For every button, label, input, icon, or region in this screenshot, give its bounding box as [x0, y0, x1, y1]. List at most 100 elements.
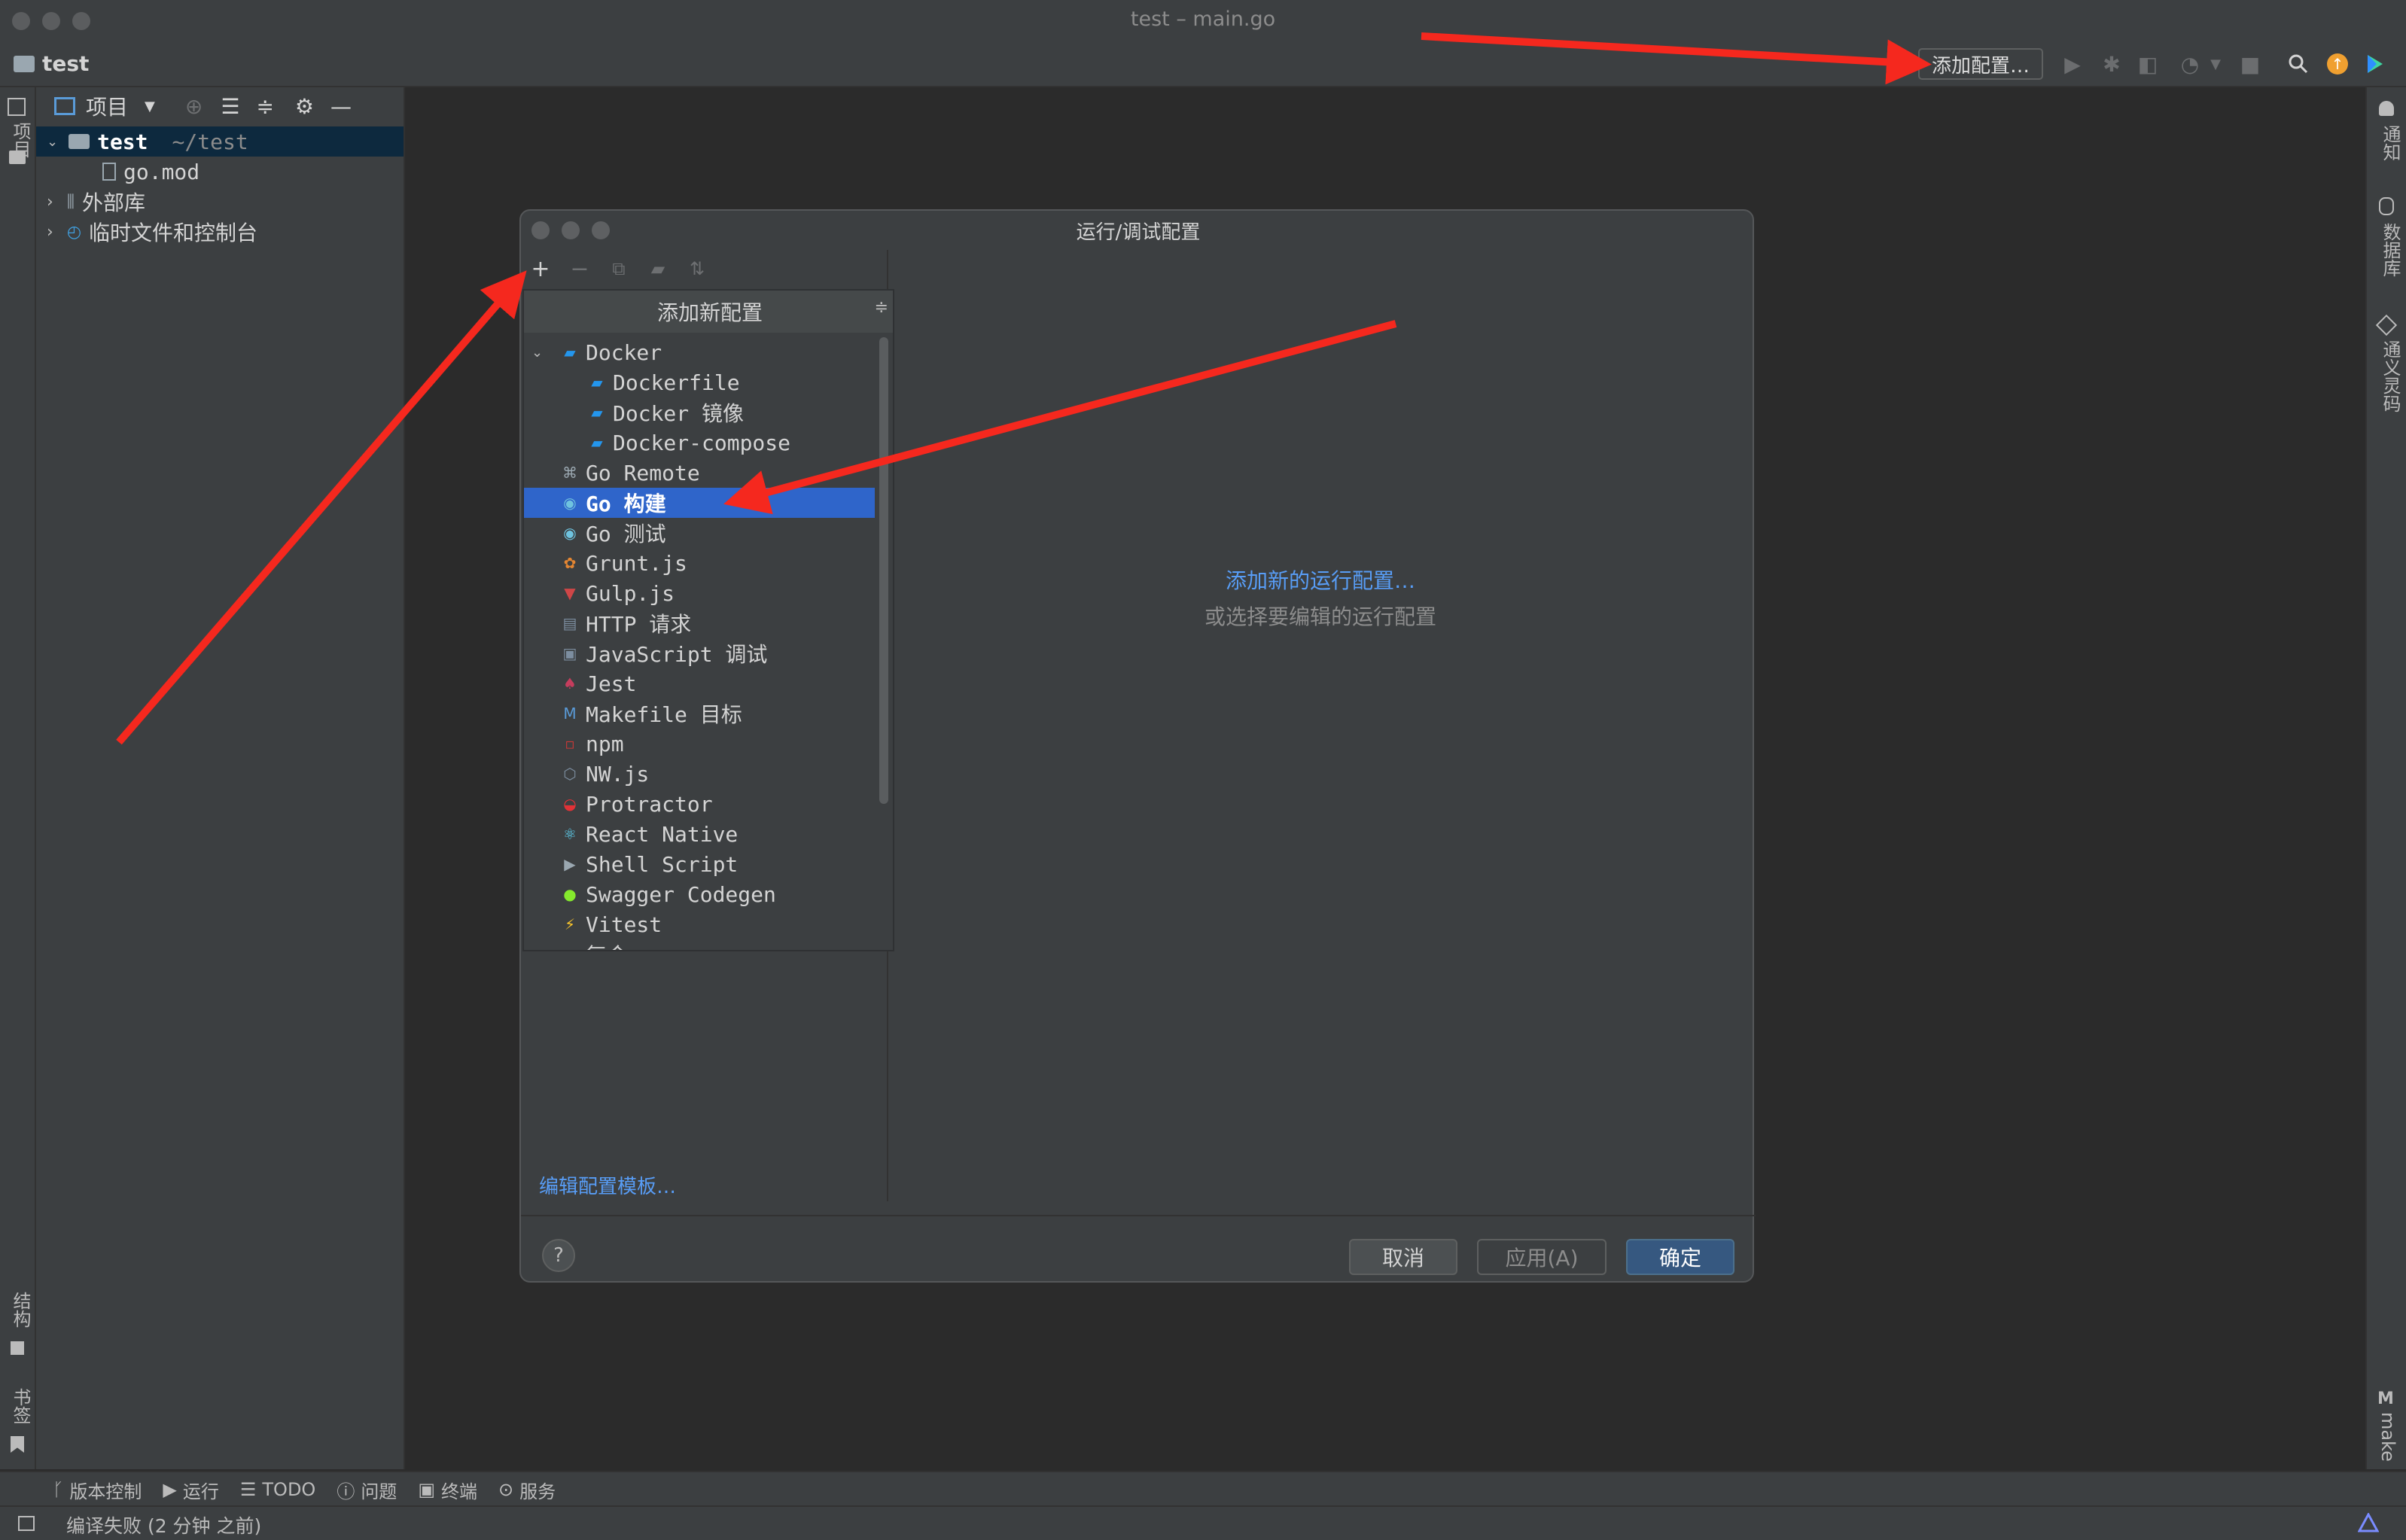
tongyi-icon[interactable] — [2357, 1511, 2380, 1534]
ok-button[interactable]: 确定 — [1626, 1239, 1734, 1275]
title-bar: test – main.go — [0, 0, 2406, 42]
profile-icon[interactable]: ◔ — [2177, 51, 2203, 77]
search-icon[interactable] — [2286, 51, 2311, 77]
vcs-label: 版本控制 — [69, 1481, 142, 1502]
add-configuration-icon[interactable]: + — [521, 256, 560, 282]
docker-icon: ▰ — [591, 373, 603, 391]
hide-panel-icon[interactable]: — — [330, 94, 352, 119]
cancel-button[interactable]: 取消 — [1349, 1239, 1457, 1275]
copy-configuration-icon[interactable]: ⧉ — [599, 258, 638, 279]
tree-item-gomod[interactable]: go.mod — [36, 157, 404, 187]
popup-item-label: HTTP 请求 — [586, 612, 692, 637]
popup-item[interactable]: ⌘ Go Remote — [524, 458, 875, 488]
jetbrains-logo-icon[interactable] — [2362, 51, 2388, 77]
add-configuration-button[interactable]: 添加配置… — [1918, 48, 2043, 80]
project-tool-icon[interactable] — [8, 98, 26, 116]
run-with-coverage-icon[interactable]: ◧ — [2135, 51, 2161, 77]
run-tool-button[interactable]: ▶ 运行 — [163, 1477, 218, 1503]
popup-item-label: Shell Script — [586, 851, 739, 877]
folder-icon: ▰ — [560, 945, 580, 950]
bookmarks-tool-label[interactable]: 书签 — [8, 1388, 34, 1424]
popup-item[interactable]: ▰ Docker-compose — [524, 428, 875, 458]
services-tool-button[interactable]: ⊙ 服务 — [498, 1477, 556, 1503]
popup-item[interactable]: ▤ HTTP 请求 — [524, 608, 875, 638]
popup-item[interactable]: ▫ npm — [524, 729, 875, 759]
tree-item-root[interactable]: ⌄ test ~/test — [36, 126, 404, 157]
chevron-right-icon: › — [47, 192, 53, 212]
popup-item-label: Jest — [586, 671, 637, 696]
remove-configuration-icon[interactable]: − — [560, 256, 599, 282]
popup-item-label: npm — [586, 731, 624, 756]
popup-item[interactable]: ▶ Shell Script — [524, 849, 875, 879]
popup-item[interactable]: ▰ Dockerfile — [524, 367, 875, 397]
notifications-tool-label[interactable]: 通知 — [2377, 125, 2404, 161]
popup-item[interactable]: ⌄ ▰ Docker — [524, 337, 875, 367]
tongyi-tool-label[interactable]: 通义灵码 — [2377, 340, 2404, 412]
js-debug-icon: ▣ — [562, 644, 577, 662]
debug-icon[interactable]: ✱ — [2099, 51, 2124, 77]
problems-tool-button[interactable]: ⓘ 问题 — [337, 1477, 397, 1503]
tree-root-path: ~/test — [172, 129, 248, 154]
project-panel-title[interactable]: 项目 — [86, 91, 128, 121]
scrollbar[interactable] — [879, 337, 888, 804]
popup-item[interactable]: M Makefile 目标 — [524, 698, 875, 729]
sort-icon[interactable]: ⇅ — [678, 258, 717, 279]
popup-item[interactable]: ▰ 复合 — [524, 939, 875, 950]
nwjs-icon: ⬡ — [563, 765, 577, 783]
go-icon: ◉ — [563, 494, 577, 512]
popup-item[interactable]: ⚛ React Native — [524, 819, 875, 849]
update-icon[interactable]: ↑ — [2325, 51, 2350, 77]
popup-item[interactable]: ▣ JavaScript 调试 — [524, 638, 875, 668]
edit-configuration-templates-link[interactable]: 编辑配置模板… — [539, 1171, 676, 1199]
chevron-down-icon[interactable]: ▼ — [145, 99, 155, 114]
popup-item[interactable]: ◒ Protractor — [524, 789, 875, 819]
popup-item[interactable]: ▼ Gulp.js — [524, 578, 875, 608]
move-to-folder-icon[interactable]: ▰ — [638, 258, 678, 279]
status-message[interactable]: 编译失败 (2 分钟 之前) — [66, 1511, 261, 1538]
gear-icon[interactable]: ⚙ — [295, 94, 314, 119]
breadcrumb[interactable]: test — [14, 51, 89, 76]
popup-item[interactable]: ✿ Grunt.js — [524, 548, 875, 578]
apply-button[interactable]: 应用(A) — [1477, 1239, 1607, 1275]
dialog-title: 运行/调试配置 — [1076, 221, 1201, 244]
popup-item-label: JavaScript 调试 — [586, 642, 768, 667]
popup-item[interactable]: ⬡ NW.js — [524, 759, 875, 789]
panel-toggle-icon[interactable] — [18, 1516, 35, 1531]
run-icon[interactable]: ▶ — [2060, 51, 2085, 77]
popup-item[interactable]: ◉ Go 测试 — [524, 518, 875, 548]
chevron-down-icon: ⌄ — [47, 133, 59, 150]
swagger-icon: ● — [563, 885, 577, 903]
stop-icon[interactable]: ■ — [2237, 51, 2263, 77]
terminal-tool-button[interactable]: ▣ 终端 — [418, 1477, 477, 1503]
database-tool-label[interactable]: 数据库 — [2377, 223, 2404, 277]
chevron-down-icon[interactable]: ▼ — [2203, 51, 2228, 77]
collapse-icon[interactable]: ≑ — [875, 298, 888, 317]
structure-tool-label[interactable]: 结构 — [8, 1292, 34, 1328]
locate-icon[interactable]: ⊕ — [185, 94, 203, 119]
popup-item-label: Gulp.js — [586, 580, 675, 606]
popup-item[interactable]: ▰ Docker 镜像 — [524, 397, 875, 428]
chevron-down-icon[interactable]: ⌄ — [531, 345, 543, 361]
popup-title: 添加新配置 — [656, 300, 763, 325]
go-remote-icon: ⌘ — [562, 464, 577, 482]
tree-external-libs-label: 外部库 — [81, 190, 145, 215]
add-new-run-configuration-link[interactable]: 添加新的运行配置… — [887, 565, 1754, 595]
expand-all-icon[interactable]: ☰ — [221, 94, 239, 119]
popup-item[interactable]: ◉ Go 构建 — [524, 488, 875, 518]
tree-item-external-libs[interactable]: › ⫼ 外部库 — [36, 187, 404, 217]
vcs-tool-button[interactable]: ᚴ 版本控制 — [53, 1477, 142, 1503]
tree-item-scratches[interactable]: › ◴ 临时文件和控制台 — [36, 217, 404, 247]
database-icon — [2379, 197, 2394, 215]
help-button[interactable]: ? — [542, 1239, 575, 1272]
window-title: test – main.go — [1130, 8, 1276, 31]
popup-item[interactable]: ● Swagger Codegen — [524, 879, 875, 909]
branch-icon: ᚴ — [53, 1479, 64, 1500]
todo-tool-button[interactable]: ☰ TODO — [240, 1479, 315, 1500]
collapse-all-icon[interactable]: ≑ — [256, 94, 273, 119]
popup-item[interactable]: ⚡ Vitest — [524, 909, 875, 939]
file-icon — [102, 163, 116, 181]
dialog-footer: ? 取消 应用(A) 确定 — [521, 1215, 1756, 1286]
right-tool-strip: 通知 数据库 通义灵码 M make — [2365, 87, 2406, 1469]
make-tool-label[interactable]: make — [2377, 1412, 2398, 1462]
popup-item[interactable]: ♠ Jest — [524, 668, 875, 698]
